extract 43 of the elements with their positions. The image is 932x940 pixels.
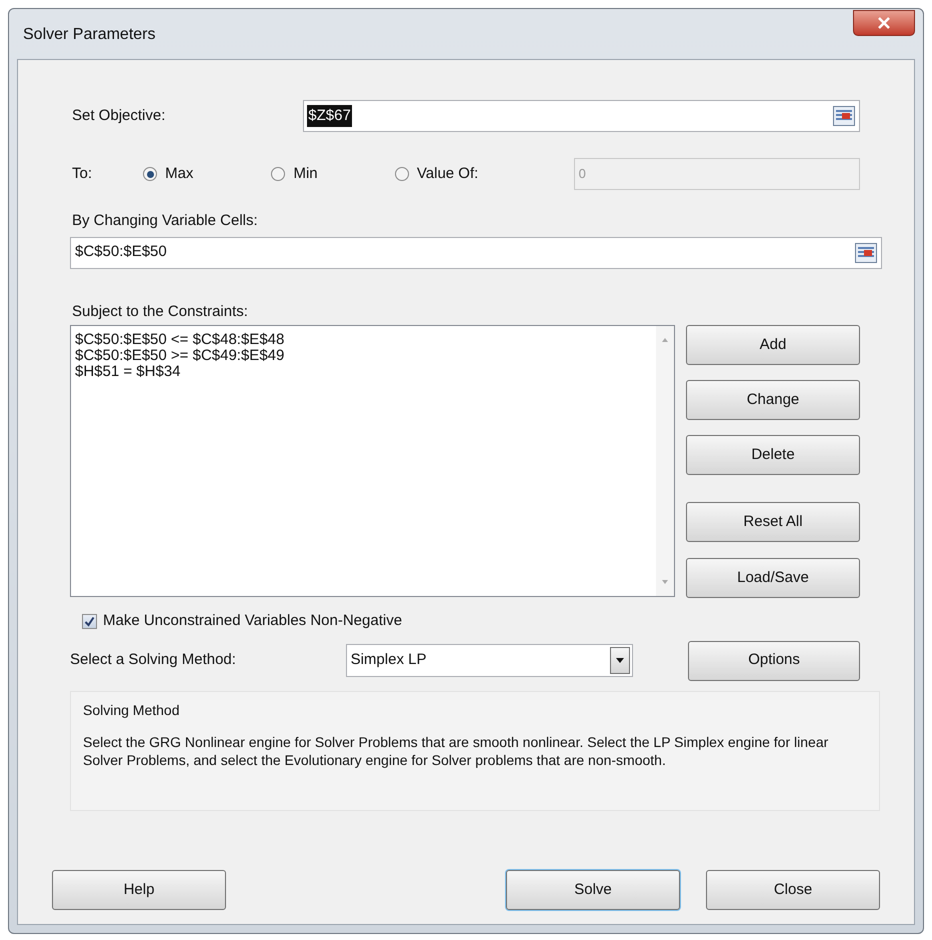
radio-option[interactable]: Value Of: xyxy=(394,162,573,186)
field-label: Select a Solving Method: xyxy=(70,650,237,670)
action-button[interactable]: Change xyxy=(686,380,860,420)
constraint-item[interactable]: $C$50:$E$50 >= $C$49:$E$49 xyxy=(75,348,284,364)
scroll-down-icon[interactable] xyxy=(662,580,668,584)
radio-option[interactable]: Max xyxy=(143,162,272,186)
dialog-button[interactable]: Solve xyxy=(506,870,680,910)
scrollbar[interactable] xyxy=(656,326,674,596)
range-select-icon[interactable] xyxy=(855,242,877,262)
radio-button[interactable] xyxy=(394,167,409,181)
close-button[interactable] xyxy=(853,10,915,36)
radio-button[interactable] xyxy=(143,167,158,181)
constraints-list[interactable]: $C$50:$E$50 <= $C$48:$E$48 $C$50:$E$50 >= $C$49:$E$49 $H$51 = $H$34 xyxy=(70,325,675,597)
constraint-item[interactable]: $H$51 = $H$34 xyxy=(75,364,180,380)
window-title: Solver Parameters xyxy=(23,25,156,45)
radio-option[interactable]: Min xyxy=(271,162,395,186)
close-icon xyxy=(878,17,890,29)
field-value: $Z$67 xyxy=(307,104,352,128)
field-label: By Changing Variable Cells: xyxy=(72,211,258,231)
field-value: $C$50:$E$50 xyxy=(75,242,167,262)
field-label: To: xyxy=(72,164,94,184)
options-button[interactable]: Options xyxy=(688,640,860,680)
action-button[interactable]: Reset All xyxy=(686,502,860,542)
method-description: Select the GRG Nonlinear engine for Solver Problems that are smooth nonlinear. Select the LP Simplex engine for linear Solver Problems, and select the Evolutionary engine for Solver problems that are non-smooth. xyxy=(83,732,830,768)
dialog-button[interactable]: Help xyxy=(52,870,226,910)
constraint-item[interactable]: $C$50:$E$50 <= $C$48:$E$48 xyxy=(75,332,284,348)
group-title: Solving Method xyxy=(83,700,181,720)
checkbox-option[interactable]: Make Unconstrained Variables Non-Negative xyxy=(82,610,402,632)
radio-button[interactable] xyxy=(271,167,286,181)
action-button[interactable]: Delete xyxy=(686,435,860,475)
action-button[interactable]: Add xyxy=(686,325,860,365)
objective-field[interactable]: $Z$67 xyxy=(303,100,860,132)
dialog-button[interactable]: Close xyxy=(706,870,880,910)
checkbox[interactable] xyxy=(82,614,97,629)
action-button[interactable]: Load/Save xyxy=(686,558,860,598)
method-dropdown[interactable]: Simplex LP xyxy=(346,644,634,677)
dropdown-value: Simplex LP xyxy=(350,650,426,670)
scroll-up-icon[interactable] xyxy=(662,338,668,342)
field-label: Subject to the Constraints: xyxy=(72,302,248,322)
field-label: Set Objective: xyxy=(72,106,166,126)
range-select-icon[interactable] xyxy=(833,106,855,126)
variable-cells-field[interactable]: $C$50:$E$50 xyxy=(70,236,882,268)
field-value: 0 xyxy=(578,165,586,184)
